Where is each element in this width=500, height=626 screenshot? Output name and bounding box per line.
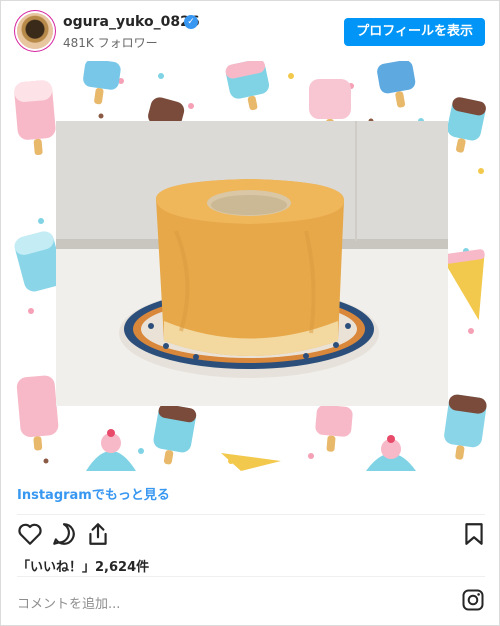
- view-profile-button[interactable]: プロフィールを表示: [344, 18, 485, 46]
- verified-badge-icon: ✓: [184, 15, 198, 29]
- instagram-logo-icon[interactable]: [461, 588, 485, 612]
- divider: [17, 576, 485, 577]
- action-bar: [1, 519, 499, 549]
- chiffon-cake-photo: [56, 121, 448, 406]
- follower-count: 481K フォロワー: [63, 36, 158, 50]
- like-count[interactable]: 「いいね！」2,624件: [17, 556, 149, 575]
- share-icon[interactable]: [85, 521, 111, 547]
- comment-icon[interactable]: [51, 521, 77, 547]
- username[interactable]: ogura_yuko_0826: [63, 14, 200, 30]
- add-comment-input[interactable]: コメントを追加...: [17, 593, 120, 612]
- post-header: ogura_yuko_0826 ✓ 481K フォロワー プロフィールを表示: [1, 1, 499, 61]
- heart-icon[interactable]: [17, 521, 43, 547]
- bookmark-icon[interactable]: [461, 521, 487, 547]
- divider: [17, 514, 485, 515]
- avatar[interactable]: [17, 13, 53, 49]
- instagram-embed-card: ogura_yuko_0826 ✓ 481K フォロワー プロフィールを表示 I…: [0, 0, 500, 626]
- view-more-on-instagram-link[interactable]: Instagramでもっと見る: [17, 484, 170, 503]
- post-media[interactable]: [11, 61, 491, 471]
